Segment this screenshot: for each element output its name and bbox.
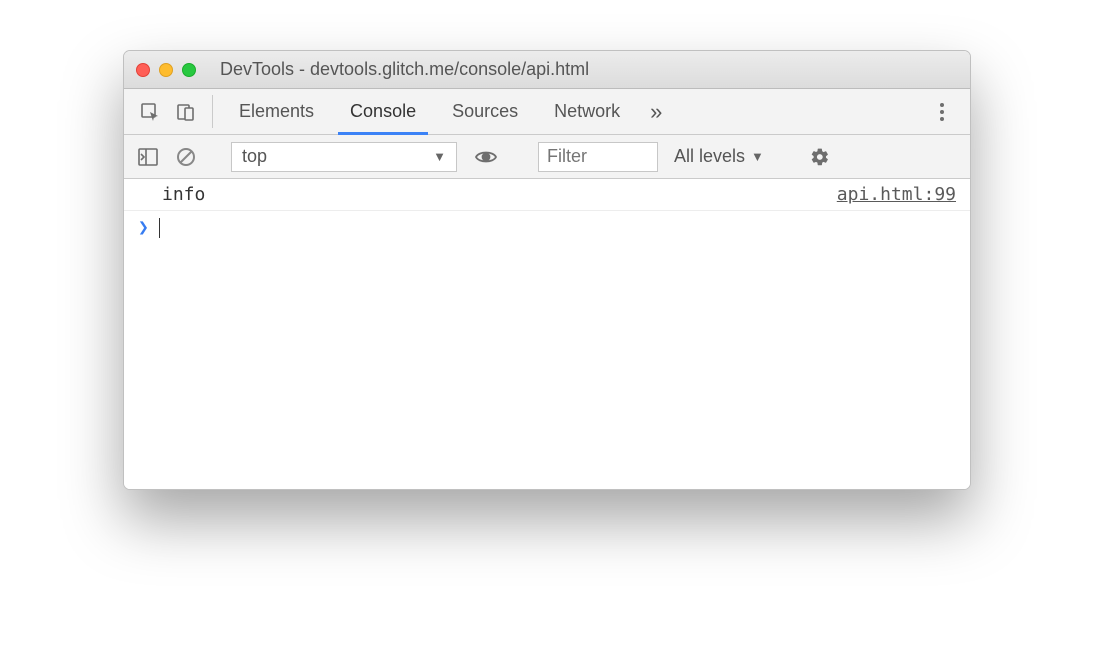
levels-value: All levels [674,146,745,167]
tabs-overflow-button[interactable]: » [638,89,674,134]
tabs-bar: Elements Console Sources Network » [124,89,970,135]
window-title: DevTools - devtools.glitch.me/console/ap… [214,59,958,80]
dropdown-icon: ▼ [433,149,446,164]
console-output: info api.html:99 ❯ [124,179,970,489]
console-prompt[interactable]: ❯ [124,211,970,244]
minimize-window-button[interactable] [159,63,173,77]
tab-console[interactable]: Console [332,89,434,134]
console-toolbar: top ▼ All levels ▼ [124,135,970,179]
live-expression-icon[interactable] [469,148,503,166]
toggle-console-sidebar-icon[interactable] [132,142,164,172]
log-message: info [162,184,205,205]
inspect-element-icon[interactable] [132,89,168,134]
maximize-window-button[interactable] [182,63,196,77]
title-bar: DevTools - devtools.glitch.me/console/ap… [124,51,970,89]
text-cursor [159,218,161,238]
tab-elements[interactable]: Elements [221,89,332,134]
execution-context-selector[interactable]: top ▼ [231,142,457,172]
console-log-row: info api.html:99 [124,179,970,211]
clear-console-icon[interactable] [170,142,202,172]
log-source-link[interactable]: api.html:99 [837,184,956,205]
device-toolbar-icon[interactable] [168,89,204,134]
context-value: top [242,146,267,167]
traffic-lights [136,63,196,77]
console-settings-icon[interactable] [803,147,837,167]
log-levels-selector[interactable]: All levels ▼ [664,142,774,172]
devtools-window: DevTools - devtools.glitch.me/console/ap… [123,50,971,490]
divider [212,95,213,128]
tab-network[interactable]: Network [536,89,638,134]
close-window-button[interactable] [136,63,150,77]
tab-sources[interactable]: Sources [434,89,536,134]
filter-input[interactable] [538,142,658,172]
dropdown-icon: ▼ [751,149,764,164]
tabs: Elements Console Sources Network [221,89,638,134]
more-options-button[interactable] [922,89,962,134]
prompt-caret-icon: ❯ [138,217,149,238]
